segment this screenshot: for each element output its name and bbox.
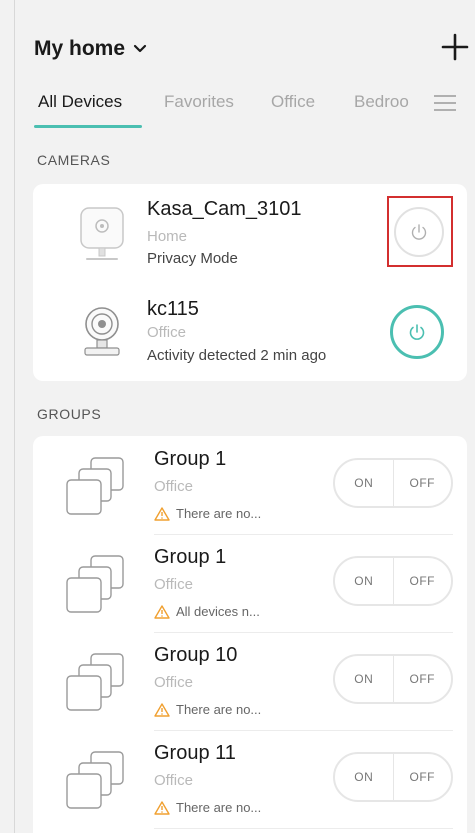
warning-icon bbox=[154, 604, 170, 619]
camera-room: Home bbox=[147, 228, 188, 245]
group-room: Office bbox=[154, 674, 193, 691]
group-off-button[interactable]: OFF bbox=[392, 656, 452, 702]
group-name: Group 10 bbox=[154, 644, 238, 666]
security-camera-icon bbox=[80, 207, 124, 260]
cameras-section-heading: CAMERAS bbox=[37, 152, 111, 168]
group-on-off-toggle: ON OFF bbox=[333, 654, 453, 704]
group-room: Office bbox=[154, 772, 193, 789]
group-warning: There are no... bbox=[154, 506, 261, 521]
home-selector[interactable]: My home bbox=[34, 34, 147, 64]
power-icon bbox=[411, 224, 427, 240]
group-on-button[interactable]: ON bbox=[335, 754, 393, 800]
group-on-button[interactable]: ON bbox=[335, 558, 393, 604]
group-warning-text: There are no... bbox=[176, 800, 262, 815]
tab-all-devices[interactable]: All Devices bbox=[38, 92, 122, 112]
active-tab-indicator bbox=[34, 125, 142, 128]
camera-power-button[interactable] bbox=[390, 305, 444, 359]
cameras-card: Kasa_Cam_3101 Home Privacy Mode kc115 Of… bbox=[33, 184, 467, 381]
tab-bedroom[interactable]: Bedroo bbox=[354, 92, 409, 112]
group-stack-icon bbox=[66, 653, 124, 711]
camera-room: Office bbox=[147, 324, 186, 341]
group-on-off-toggle: ON OFF bbox=[333, 556, 453, 606]
group-row[interactable]: Group 11 Office There are no... ON OFF bbox=[33, 730, 467, 828]
camera-row-kc115[interactable]: kc115 Office Activity detected 2 min ago bbox=[33, 284, 467, 379]
camera-name: kc115 bbox=[147, 298, 199, 320]
group-on-off-toggle: ON OFF bbox=[333, 458, 453, 508]
group-warning: There are no... bbox=[154, 702, 261, 717]
group-name: Group 11 bbox=[154, 742, 236, 764]
warning-icon bbox=[154, 800, 170, 815]
group-stack-icon bbox=[66, 751, 124, 809]
group-off-button[interactable]: OFF bbox=[392, 558, 452, 604]
groups-card: Group 1 Office There are no... ON OFF Gr… bbox=[33, 436, 467, 833]
group-on-off-toggle: ON OFF bbox=[333, 752, 453, 802]
warning-icon bbox=[154, 506, 170, 521]
camera-name: Kasa_Cam_3101 bbox=[147, 198, 302, 220]
camera-status: Activity detected 2 min ago bbox=[147, 347, 327, 364]
tab-office[interactable]: Office bbox=[271, 92, 315, 112]
group-warning-text: There are no... bbox=[176, 506, 262, 521]
camera-row-kasa-cam-3101[interactable]: Kasa_Cam_3101 Home Privacy Mode bbox=[33, 184, 467, 279]
tab-favorites[interactable]: Favorites bbox=[164, 92, 234, 112]
group-warning-text: All devices n... bbox=[176, 604, 260, 619]
group-stack-icon bbox=[66, 457, 124, 515]
group-room: Office bbox=[154, 478, 193, 495]
group-on-button[interactable]: ON bbox=[335, 460, 393, 506]
group-off-button[interactable]: OFF bbox=[392, 460, 452, 506]
group-warning: All devices n... bbox=[154, 604, 260, 619]
row-divider bbox=[154, 828, 453, 829]
hamburger-menu-icon[interactable] bbox=[432, 94, 458, 112]
camera-power-button[interactable] bbox=[394, 207, 444, 257]
group-name: Group 1 bbox=[154, 448, 227, 470]
group-row[interactable]: Group 10 Office There are no... ON OFF bbox=[33, 632, 467, 730]
group-row[interactable]: Group 1 Office There are no... ON OFF bbox=[33, 436, 467, 534]
group-row[interactable]: Group 1 Office All devices n... ON OFF bbox=[33, 534, 467, 632]
chevron-down-icon bbox=[133, 44, 147, 53]
group-off-button[interactable]: OFF bbox=[392, 754, 452, 800]
group-warning-text: There are no... bbox=[176, 702, 262, 717]
home-title: My home bbox=[34, 37, 126, 60]
camera-status: Privacy Mode bbox=[147, 250, 238, 267]
plus-icon[interactable] bbox=[440, 32, 470, 62]
power-icon bbox=[409, 324, 425, 340]
group-warning: There are no... bbox=[154, 800, 261, 815]
groups-section-heading: GROUPS bbox=[37, 406, 102, 422]
webcam-icon bbox=[84, 307, 120, 356]
warning-icon bbox=[154, 702, 170, 717]
group-stack-icon bbox=[66, 555, 124, 613]
group-room: Office bbox=[154, 576, 193, 593]
room-tabs: All Devices Favorites Office Bedroo bbox=[34, 88, 475, 128]
group-on-button[interactable]: ON bbox=[335, 656, 393, 702]
group-name: Group 1 bbox=[154, 546, 227, 568]
